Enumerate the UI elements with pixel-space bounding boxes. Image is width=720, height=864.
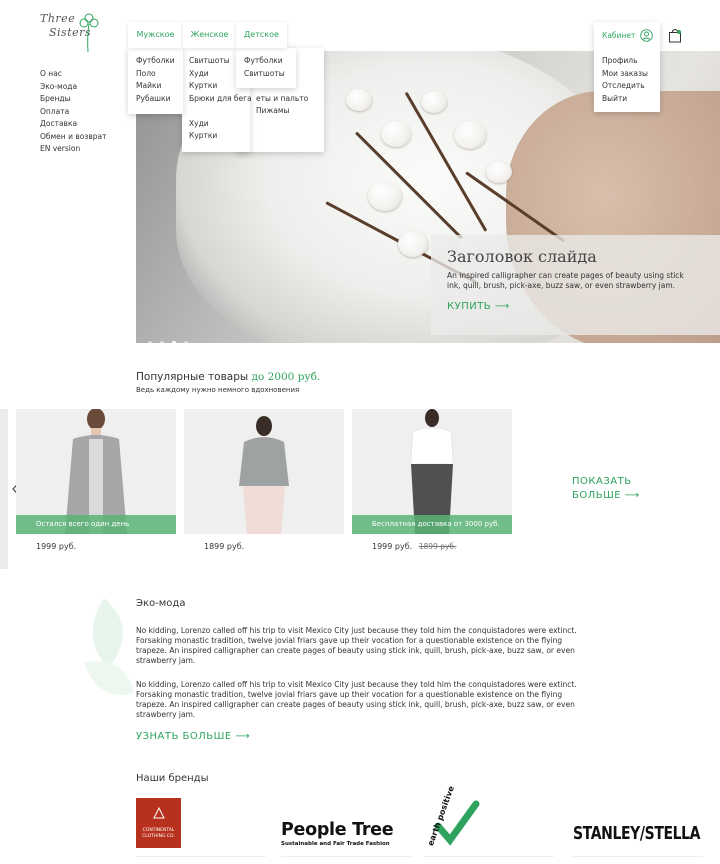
side-nav-payment[interactable]: Оплата: [40, 106, 107, 119]
divider: [424, 856, 554, 857]
dropdown-behind-item[interactable]: Пижамы: [256, 105, 324, 118]
side-nav-brands[interactable]: Бренды: [40, 93, 107, 106]
brand-people-tree-logo[interactable]: People Tree Sustainable and Fair Trade F…: [281, 820, 394, 847]
slide-title: Заголовок слайда: [447, 247, 597, 266]
cotton-boll: [398, 231, 428, 257]
tab-men[interactable]: Мужское: [128, 22, 183, 48]
dropdown-men-item[interactable]: Майки: [136, 80, 183, 93]
account-item-logout[interactable]: Выйти: [602, 93, 648, 106]
shopping-bag-icon[interactable]: [668, 28, 682, 43]
brands-title: Наши бренды: [136, 773, 209, 784]
eco-title: Эко-мода: [136, 598, 186, 609]
leaf-icon: [84, 598, 134, 695]
divider: [281, 856, 411, 857]
product-old-price: 1899 руб.: [418, 542, 457, 551]
eco-paragraph: No kidding, Lorenzo called off his trip …: [136, 626, 577, 665]
product-card[interactable]: Бесплатная доставка от 3000 руб. 1999 ру…: [352, 409, 512, 569]
tab-women[interactable]: Женское: [183, 22, 236, 48]
clover-icon: [79, 13, 99, 53]
popular-subtitle: Ведь каждому нужно немного вдохновения: [136, 386, 300, 394]
popular-title-text: Популярные товары: [136, 371, 249, 383]
eco-paragraph: No kidding, Lorenzo called off his trip …: [136, 680, 577, 719]
dropdown-men-item[interactable]: Поло: [136, 68, 183, 81]
dropdown-men-item[interactable]: Футболки: [136, 55, 183, 68]
product-card[interactable]: Остался всего один день 1999 руб.: [16, 409, 176, 569]
slider-dot-active[interactable]: [172, 341, 176, 343]
side-nav: О нас Эко-мода Бренды Оплата Доставка Об…: [40, 68, 107, 156]
product-price: 1899 руб.: [204, 542, 244, 551]
product-price: 1999 руб.: [36, 542, 76, 551]
logo-line1: Three: [40, 12, 76, 25]
side-nav-returns[interactable]: Обмен и возврат: [40, 131, 107, 144]
account-items: Профиль Мои заказы Отследить Выйти: [602, 55, 648, 105]
product-ribbon: Остался всего один день: [16, 515, 176, 534]
dropdown-men: Футболки Поло Майки Рубашки: [128, 48, 183, 114]
slider-dot[interactable]: [148, 341, 152, 343]
side-nav-delivery[interactable]: Доставка: [40, 118, 107, 131]
product-price-value: 1999 руб.: [372, 542, 413, 551]
user-icon[interactable]: [640, 29, 653, 42]
product-info: [352, 534, 512, 569]
product-info: [184, 534, 344, 569]
account-item-orders[interactable]: Мои заказы: [602, 68, 648, 81]
cotton-boll: [421, 91, 447, 113]
divider: [136, 856, 266, 857]
cotton-boll: [368, 181, 402, 211]
dropdown-kids-item[interactable]: Свитшоты: [244, 68, 296, 81]
dropdown-women-item[interactable]: Брюки для бега: [189, 93, 252, 106]
side-nav-english[interactable]: EN version: [40, 143, 107, 156]
slider-dots: [148, 330, 196, 343]
tab-kids[interactable]: Детское: [236, 22, 287, 48]
slide-buy-button[interactable]: КУПИТЬ ⟶: [447, 301, 704, 312]
popular-title: Популярные товары до 2000 руб.: [136, 371, 320, 383]
cotton-boll: [381, 121, 411, 147]
product-card-partial[interactable]: [0, 409, 8, 569]
brand-pt-tagline: Sustainable and Fair Trade Fashion: [281, 841, 390, 847]
dropdown-kids: Футболки Свитшоты: [236, 48, 296, 88]
account-menu: Кабинет Профиль Мои заказы Отследить Вый…: [594, 22, 660, 112]
product-price: 1999 руб. 1899 руб.: [372, 542, 456, 551]
product-ribbon: Бесплатная доставка от 3000 руб.: [352, 515, 512, 534]
side-nav-eco[interactable]: Эко-мода: [40, 81, 107, 94]
show-more-line2: БОЛЬШЕ ⟶: [572, 490, 640, 501]
brand-cc-line2: CLOTHING CO.: [142, 834, 175, 839]
account-item-track[interactable]: Отследить: [602, 80, 648, 93]
learn-more-link[interactable]: УЗНАТЬ БОЛЬШЕ ⟶: [136, 731, 250, 742]
product-info: [16, 534, 176, 569]
product-image: [239, 416, 289, 534]
account-item-profile[interactable]: Профиль: [602, 55, 648, 68]
dropdown-women-item[interactable]: Куртки: [189, 130, 250, 143]
cotton-boll: [486, 161, 512, 183]
slide-description: An inspired calligrapher can create page…: [447, 271, 684, 290]
product-price-value: 1899 руб.: [204, 542, 245, 551]
brand-stanley-stella-logo[interactable]: STANLEY/STELLA: [573, 824, 701, 844]
dropdown-men-item[interactable]: Рубашки: [136, 93, 183, 106]
brand-continental-logo[interactable]: CONTINENTAL CLOTHING CO.: [136, 798, 181, 848]
dropdown-kids-item[interactable]: Футболки: [244, 55, 296, 68]
show-more-line1: ПОКАЗАТЬ: [572, 476, 632, 487]
slide-caption: Заголовок слайда An inspired calligraphe…: [431, 235, 720, 335]
product-card[interactable]: 1899 руб.: [184, 409, 344, 569]
cotton-boll: [454, 121, 486, 149]
popular-title-accent: до 2000 руб.: [251, 371, 321, 383]
account-title[interactable]: Кабинет: [602, 31, 635, 40]
side-nav-about[interactable]: О нас: [40, 68, 107, 81]
show-more-link[interactable]: ПОКАЗАТЬ БОЛЬШЕ ⟶: [572, 475, 640, 503]
divider: [573, 856, 703, 857]
site-logo[interactable]: Three Sisters: [38, 12, 102, 54]
slider-dot[interactable]: [184, 341, 188, 343]
dropdown-behind-item[interactable]: еты и пальто: [256, 93, 324, 106]
slider-dot[interactable]: [160, 341, 164, 343]
product-price-value: 1999 руб.: [36, 542, 77, 551]
brand-earth-positive-logo[interactable]: earth positive: [424, 785, 480, 854]
cotton-boll: [346, 89, 372, 111]
continental-emblem-icon: [152, 806, 165, 819]
dropdown-women-item[interactable]: Худи: [189, 118, 250, 131]
brand-pt-name: People Tree: [281, 820, 394, 840]
